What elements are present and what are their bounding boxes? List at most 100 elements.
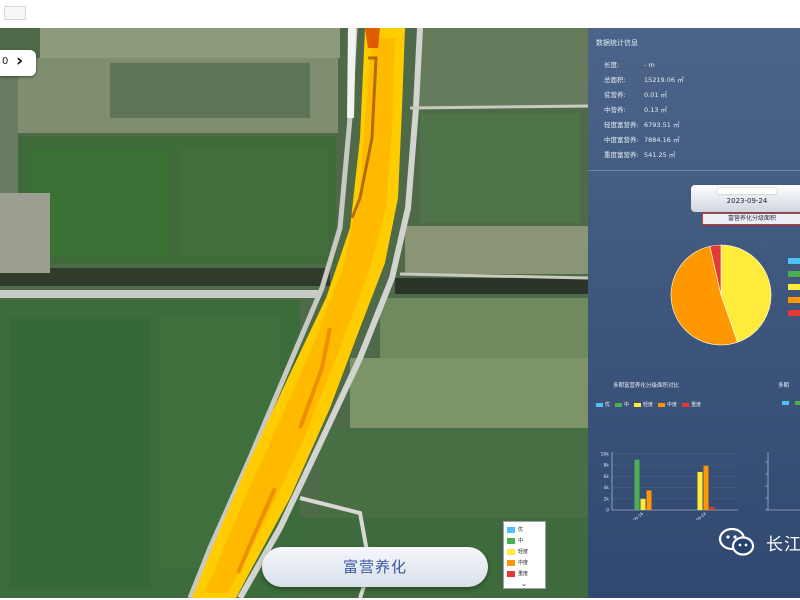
statistics-panel: 数据统计信息 长度: - m 总面积: 15219.06 ㎡ 贫营养: 0.01 ㎡ … [588, 28, 800, 598]
stat-value: 0.01 ㎡ [644, 91, 668, 99]
panel-title: 数据统计信息 [596, 39, 638, 47]
pie-chart-title: 富营养化分级面积 [702, 213, 800, 225]
bar-legend-item: 优 [596, 401, 610, 408]
legend-item-severe: 重度 [507, 568, 542, 579]
pie-legend-swatch-excellent [788, 258, 800, 264]
y-tick-label: 2k [604, 496, 610, 502]
pie-legend-swatch-medium [788, 271, 800, 277]
stat-value: - m [644, 61, 655, 69]
toolbar-box[interactable] [4, 6, 26, 20]
legend-swatch [507, 537, 515, 544]
pie-legend-swatch-light [788, 284, 800, 290]
stats-list: 长度: - m 总面积: 15219.06 ㎡ 贫营养: 0.01 ㎡ 中营养: 0.1… [604, 58, 684, 163]
legend-swatch [658, 402, 666, 407]
chevron-down-icon[interactable]: ⌄ [521, 580, 527, 588]
stat-value: 15219.06 ㎡ [644, 76, 684, 84]
stat-row-total-area: 总面积: 15219.06 ㎡ [604, 73, 684, 88]
bar-chart-legend-right [782, 401, 800, 405]
date-slider-handle[interactable] [717, 188, 777, 194]
x-tick-label: 2023-09-24 [686, 511, 707, 520]
stat-row-moderate-eutrophic: 中度富营养: 7884.16 ㎡ [604, 133, 684, 148]
bar-legend-item: 中 [615, 401, 629, 408]
stat-row-severe-eutrophic: 重度富营养: 541.25 ㎡ [604, 148, 684, 163]
bar-chart-legend: 优 中 轻度 中度 重度 [596, 401, 706, 408]
legend-swatch [615, 402, 623, 407]
stat-row-length: 长度: - m [604, 58, 684, 73]
y-tick-label: 6k [604, 474, 610, 480]
chevron-right-icon: › [16, 51, 24, 71]
stat-value: 0.13 ㎡ [644, 106, 668, 114]
stat-key: 中度富营养: [604, 136, 639, 144]
bar-chart-title: 多期富营养化分级面积对比 [613, 383, 680, 389]
bar-轻度-2023-09-16 [640, 498, 646, 510]
stat-key: 中营养: [604, 106, 626, 114]
legend-swatch [682, 402, 690, 407]
bar-中度-2023-09-16 [646, 490, 652, 510]
bar-chart-right [765, 452, 800, 511]
stat-row-light-eutrophic: 轻度富营养: 6793.51 ㎡ [604, 118, 684, 133]
legend-label: 优 [605, 402, 611, 408]
bar-legend-item: 重度 [682, 401, 701, 408]
y-tick-label: 0 [606, 508, 609, 514]
bar-轻度-2023-09-24 [697, 471, 703, 510]
top-bar [0, 0, 800, 28]
legend-label: 优 [518, 527, 524, 533]
legend-item-medium: 中 [507, 535, 542, 546]
bar-chart: 0 2k 4k 6k 8k 10k 2023-09-16 2023-09-24 [601, 452, 738, 520]
legend-label: 中度 [667, 402, 678, 408]
y-tick-label: 8k [604, 463, 610, 469]
stat-row-oligotrophic: 贫营养: 0.01 ㎡ [604, 88, 684, 103]
map-imagery [0, 28, 588, 598]
bar-中度-2023-09-24 [703, 465, 709, 510]
legend-swatch [507, 570, 515, 577]
wechat-icon [718, 527, 755, 556]
bar-legend-item: 中度 [658, 401, 677, 408]
layer-button-eutrophication[interactable]: 富营养化 [262, 547, 488, 587]
stat-value: 7884.16 ㎡ [644, 136, 680, 144]
stat-key: 轻度富营养: [604, 121, 639, 129]
legend-label: 重度 [518, 571, 529, 577]
pie-chart [670, 244, 772, 346]
legend-swatch [507, 548, 515, 555]
stat-value: 6793.51 ㎡ [644, 121, 680, 129]
panel-divider [588, 170, 800, 171]
legend-label: 轻度 [518, 549, 529, 555]
bar-chart-title-right: 多期 [778, 383, 790, 389]
stat-key: 总面积: [604, 76, 626, 84]
x-tick-label: 2023-09-16 [623, 511, 644, 520]
legend-item-light: 轻度 [507, 546, 542, 557]
pie-legend-swatch-moderate [788, 297, 800, 303]
stat-key: 重度富营养: [604, 151, 639, 159]
satellite-map[interactable] [0, 28, 588, 598]
collapse-toggle-button[interactable]: 0 › [0, 50, 36, 76]
bar-中-2023-09-16 [634, 459, 640, 510]
date-label: 2023-09-24 [726, 197, 768, 205]
date-selector[interactable]: 2023-09-24 [691, 185, 800, 212]
pie-legend [788, 258, 800, 323]
legend-label: 重度 [691, 402, 702, 408]
pie-legend-swatch-severe [788, 310, 800, 316]
legend-swatch [507, 526, 515, 533]
map-legend: 优 中 轻度 中度 重度 ⌄ [503, 521, 546, 589]
y-tick-label: 4k [604, 485, 610, 491]
stat-value: 541.25 ㎡ [644, 151, 676, 159]
legend-swatch [507, 559, 515, 566]
legend-swatch [634, 402, 642, 407]
wechat-watermark: 长江 [718, 526, 800, 558]
legend-label: 中 [624, 402, 630, 408]
legend-swatch [596, 402, 603, 407]
stat-key: 长度: [604, 61, 620, 69]
legend-label: 轻度 [643, 402, 654, 408]
legend-item-moderate: 中度 [507, 557, 542, 568]
legend-swatch [795, 401, 800, 405]
legend-swatch [782, 401, 789, 405]
collapse-label: 0 [2, 56, 9, 67]
bar-legend-item: 轻度 [634, 401, 653, 408]
stat-key: 贫营养: [604, 91, 626, 99]
legend-label: 中度 [518, 560, 529, 566]
legend-item-excellent: 优 [507, 524, 542, 535]
y-tick-label: 10k [601, 452, 610, 458]
screen: 0 › 富营养化 优 中 轻度 中度 重度 ⌄ 数据统计信息 长度:- m 总 [0, 0, 800, 600]
stat-row-mesotrophic: 中营养: 0.13 ㎡ [604, 103, 684, 118]
watermark-text: 长江 [766, 534, 800, 555]
